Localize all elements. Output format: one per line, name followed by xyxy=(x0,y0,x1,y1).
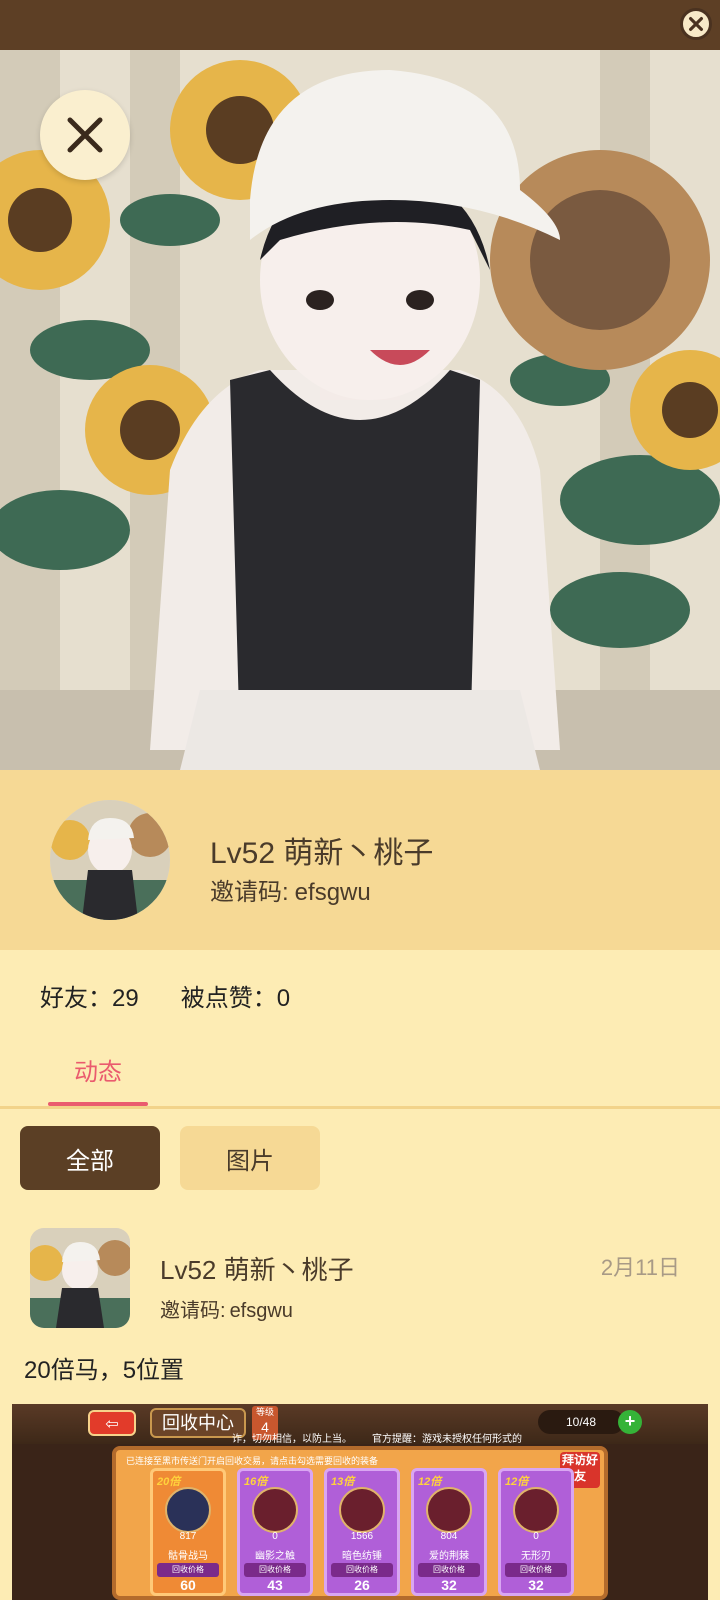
game-item-price: 32 xyxy=(528,1577,544,1593)
game-item-count: 817 xyxy=(179,1531,197,1542)
game-panel-header: 已连接至黑市传送门开启回收交易，请点击勾选需要回收的装备 xyxy=(126,1456,379,1466)
game-item-name: 幽影之触 xyxy=(255,1551,295,1562)
likes-stat: 被点赞：0 xyxy=(181,978,290,1013)
post-avatar-image xyxy=(30,1228,130,1328)
cover-image xyxy=(0,50,720,770)
game-item-count: 804 xyxy=(440,1531,458,1542)
game-item-multiplier: 20倍 xyxy=(157,1476,181,1488)
close-icon xyxy=(67,117,103,153)
close-x-icon xyxy=(689,17,703,31)
profile-invite: 邀请码: efsgwu xyxy=(210,872,371,907)
game-item-name: 暗色纺锤 xyxy=(342,1551,382,1562)
post-author-name: Lv52 萌新丶桃子 xyxy=(160,1255,354,1285)
post-invite-label: 邀请码: xyxy=(160,1300,226,1322)
game-item-multiplier: 16倍 xyxy=(244,1476,268,1488)
post-invite: 邀请码: efsgwu xyxy=(160,1294,293,1323)
game-item-count: 1566 xyxy=(350,1531,374,1542)
game-level-label: 等级 xyxy=(255,1407,274,1417)
game-hint-left: 诈，切勿相信，以防上当。 xyxy=(232,1434,352,1445)
game-hint-right: 官方提醒：游戏未授权任何形式的 xyxy=(372,1434,522,1445)
game-back-icon: ⇦ xyxy=(88,1410,136,1436)
game-recycle-panel: 已连接至黑市传送门开启回收交易，请点击勾选需要回收的装备 拜访好友 20倍 81… xyxy=(112,1446,608,1600)
filter-all-button[interactable]: 全部 xyxy=(20,1126,160,1190)
game-item-icon xyxy=(252,1487,298,1533)
cover-close-button[interactable] xyxy=(40,90,130,180)
profile-name: Lv52 萌新丶桃子 xyxy=(210,837,434,870)
game-item-price: 60 xyxy=(180,1577,196,1593)
invite-code: efsgwu xyxy=(294,879,371,906)
likes-label: 被点赞： xyxy=(180,985,277,1012)
game-capacity: 10/48 xyxy=(538,1410,624,1434)
game-item: 16倍 0 幽影之触 回收价格 43 xyxy=(237,1468,313,1596)
top-bar xyxy=(0,0,720,50)
game-item-multiplier: 13倍 xyxy=(331,1476,355,1488)
game-item-name: 爱的荆棘 xyxy=(429,1551,469,1562)
filter-images-button[interactable]: 图片 xyxy=(180,1126,320,1190)
likes-count: 0 xyxy=(276,985,291,1012)
friends-stat[interactable]: 好友：29 xyxy=(40,978,139,1013)
game-item: 13倍 1566 暗色纺锤 回收价格 26 xyxy=(324,1468,400,1596)
game-item-name: 无形刃 xyxy=(521,1551,551,1562)
game-item-icon xyxy=(426,1487,472,1533)
post-invite-code: efsgwu xyxy=(229,1300,293,1322)
friends-count: 29 xyxy=(112,985,139,1012)
invite-label: 邀请码: xyxy=(210,879,289,906)
friends-label: 好友： xyxy=(40,985,112,1012)
post-image[interactable]: ⇦ 回收中心 等级 4 诈，切勿相信，以防上当。 官方提醒：游戏未授权任何形式的… xyxy=(12,1404,708,1600)
game-item-price-label: 回收价格 xyxy=(331,1563,393,1577)
profile-stats: 好友：29 被点赞：0 xyxy=(40,978,290,1013)
game-item-multiplier: 12倍 xyxy=(418,1476,442,1488)
game-item-icon xyxy=(165,1487,211,1533)
game-item-price: 32 xyxy=(441,1577,457,1593)
game-item-list: 20倍 817 骷骨战马 回收价格 60 16倍 0 幽影之触 回收价格 43 … xyxy=(150,1468,574,1596)
tab-feed[interactable]: 动态 xyxy=(48,1052,148,1087)
tab-divider xyxy=(0,1106,720,1109)
game-item-icon xyxy=(339,1487,385,1533)
profile-header: Lv52 萌新丶桃子 邀请码: efsgwu xyxy=(0,770,720,950)
game-item: 20倍 817 骷骨战马 回收价格 60 xyxy=(150,1468,226,1596)
post-avatar[interactable] xyxy=(30,1228,130,1328)
post-date: 2月11日 xyxy=(600,1255,680,1280)
game-item: 12倍 0 无形刃 回收价格 32 xyxy=(498,1468,574,1596)
game-item-count: 0 xyxy=(533,1531,539,1542)
game-item-count: 0 xyxy=(272,1531,278,1542)
game-item-price: 26 xyxy=(354,1577,370,1593)
game-plus-icon: + xyxy=(618,1410,642,1434)
game-item-price: 43 xyxy=(267,1577,283,1593)
game-item-multiplier: 12倍 xyxy=(505,1476,529,1488)
game-item-price-label: 回收价格 xyxy=(244,1563,306,1577)
avatar-image xyxy=(50,800,170,920)
game-item-price-label: 回收价格 xyxy=(157,1563,219,1577)
top-close-button[interactable] xyxy=(680,8,712,40)
game-item-name: 骷骨战马 xyxy=(168,1551,208,1562)
game-item: 12倍 804 爱的荆棘 回收价格 32 xyxy=(411,1468,487,1596)
game-item-price-label: 回收价格 xyxy=(505,1563,567,1577)
game-item-icon xyxy=(513,1487,559,1533)
post-text: 20倍马，5位置 xyxy=(24,1357,185,1384)
game-item-price-label: 回收价格 xyxy=(418,1563,480,1577)
avatar[interactable] xyxy=(50,800,170,920)
